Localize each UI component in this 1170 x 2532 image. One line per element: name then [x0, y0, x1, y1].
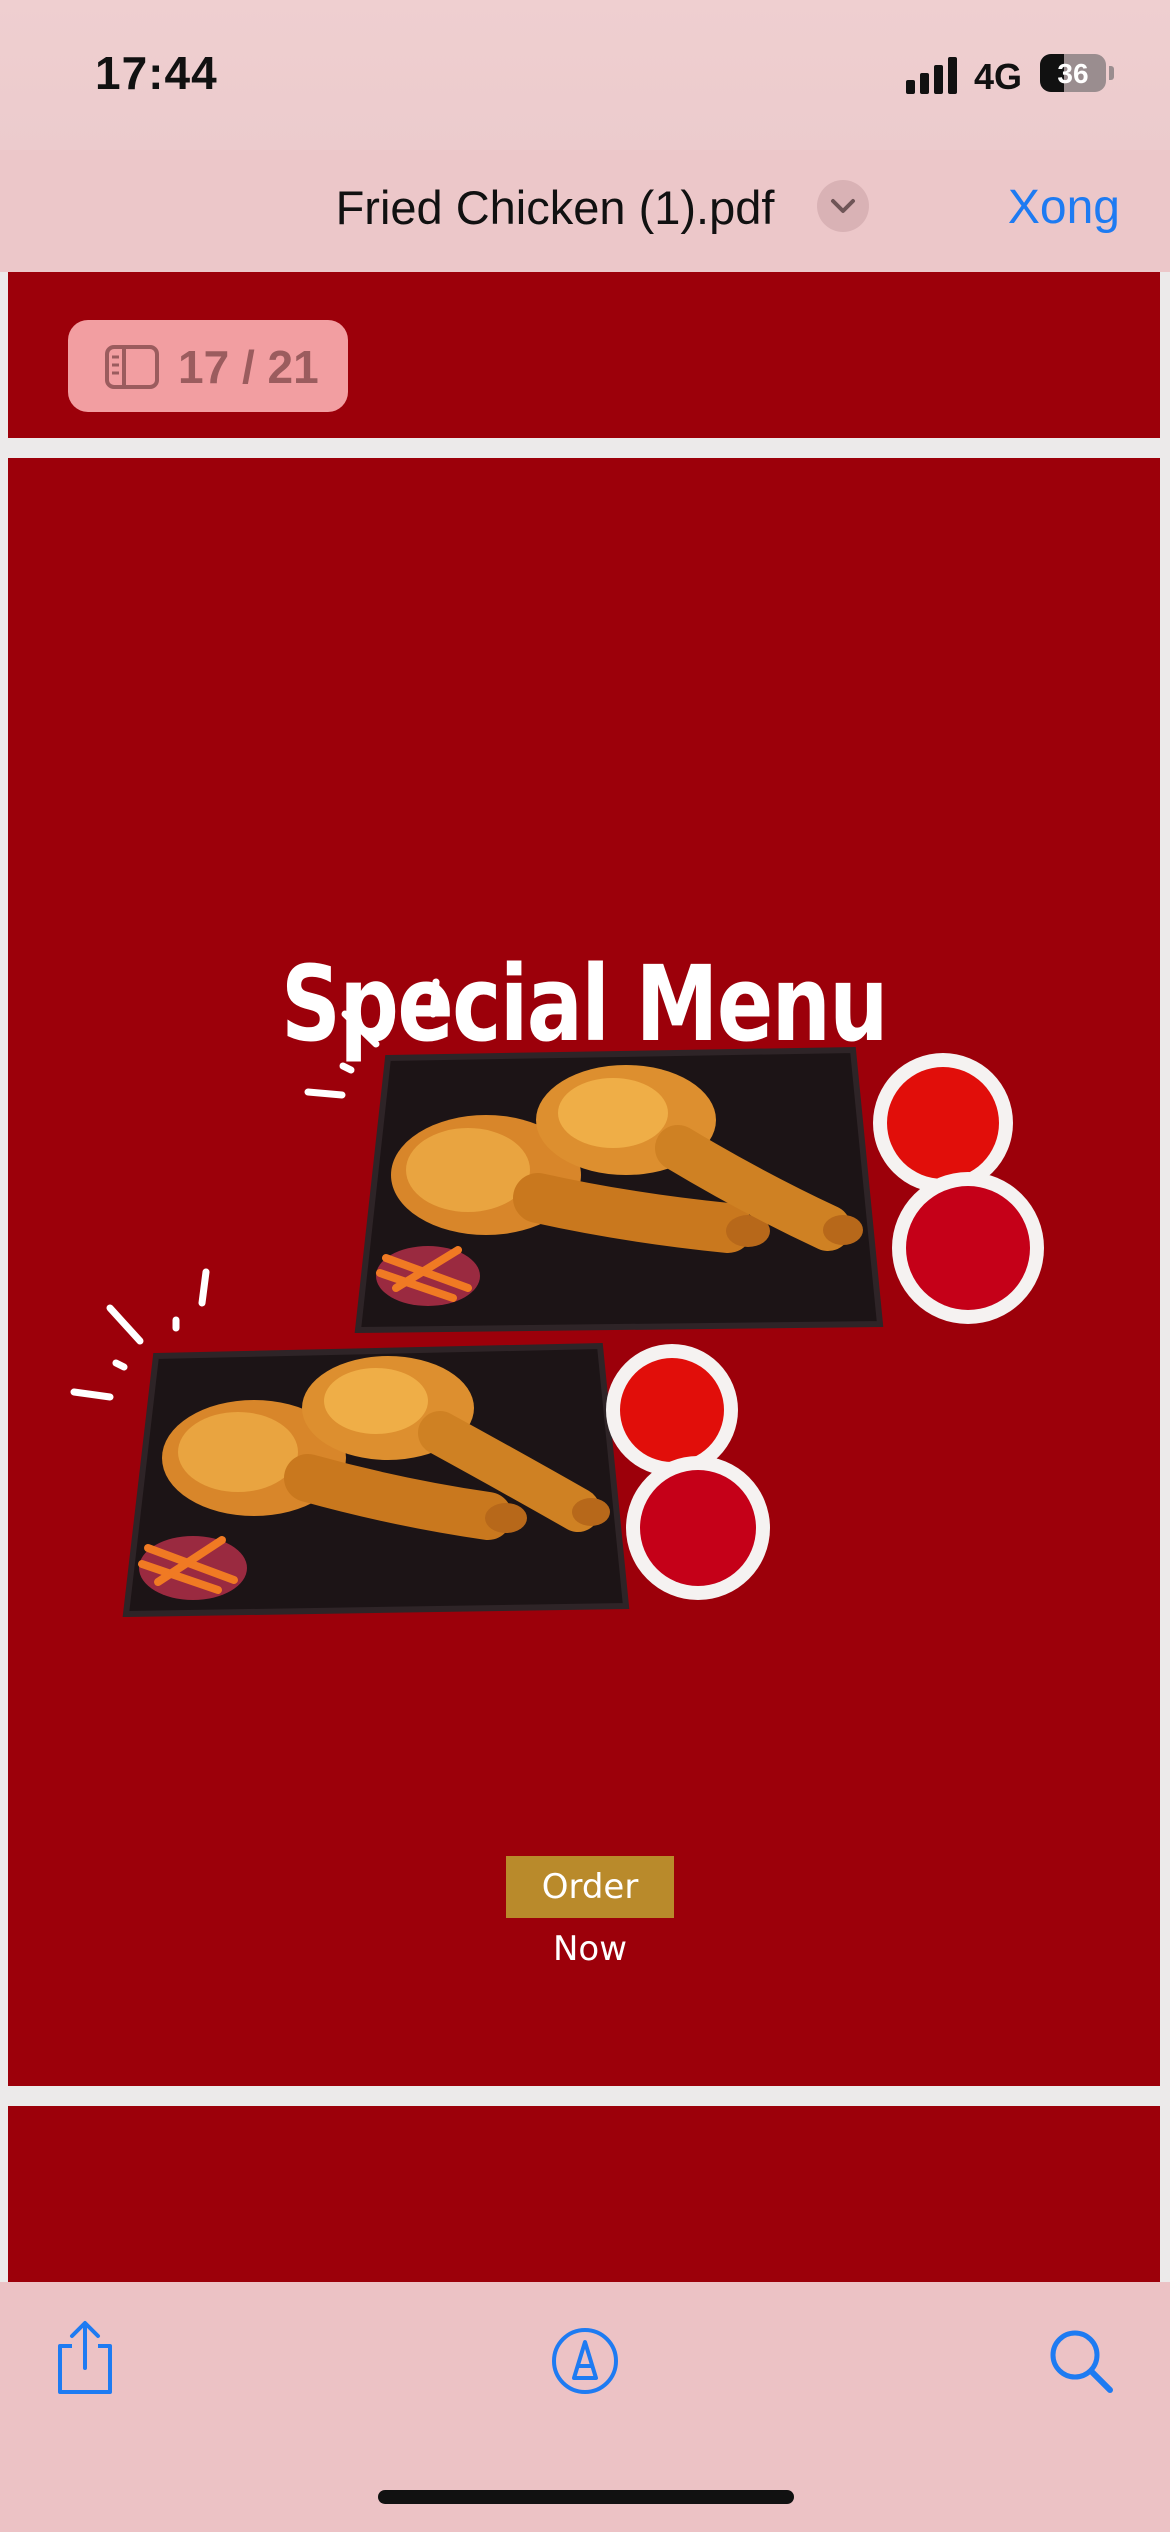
done-button[interactable]: Xong [1008, 180, 1120, 235]
document-title[interactable]: Fried Chicken (1).pdf [0, 180, 1170, 235]
markup-pen-icon [552, 2328, 618, 2394]
page-count: 17 / 21 [178, 341, 319, 393]
pdf-page-current[interactable]: Special Menu "COMBO GÀ ZIPPY" [8, 458, 1160, 2086]
network-type: 4G [974, 56, 1023, 97]
battery-tip [1109, 66, 1114, 80]
status-time: 17:44 [95, 47, 218, 99]
pdf-page-previous[interactable]: 17 / 21 [8, 272, 1160, 438]
search-icon [1050, 2330, 1113, 2393]
status-bar: 17:44 4G 36 [0, 0, 1170, 150]
sidebar-thumbnails-icon [105, 345, 159, 389]
pdf-page-next[interactable] [8, 2106, 1160, 2282]
title-menu-button[interactable] [817, 180, 869, 232]
home-indicator [378, 2490, 794, 2504]
battery-percent: 36 [1057, 58, 1089, 89]
carrot-garnish [138, 1536, 247, 1600]
share-icon [58, 2321, 112, 2394]
share-button[interactable] [52, 2318, 118, 2403]
order-now-button[interactable]: Order Now [506, 1856, 674, 1969]
pdf-viewer[interactable]: 17 / 21 Special Menu "COMBO GÀ ZIPPY" [0, 272, 1170, 2282]
page-indicator-button[interactable]: 17 / 21 [68, 320, 348, 412]
cellular-signal-icon [906, 56, 960, 94]
battery-icon: 36 [1040, 54, 1106, 92]
search-button[interactable] [1046, 2326, 1116, 2401]
fried-chicken-image [70, 978, 1044, 1618]
chevron-down-icon [831, 199, 855, 213]
carrot-garnish [376, 1246, 480, 1306]
nav-bar: Fried Chicken (1).pdf Xong [0, 150, 1170, 273]
markup-button[interactable] [550, 2326, 620, 2401]
